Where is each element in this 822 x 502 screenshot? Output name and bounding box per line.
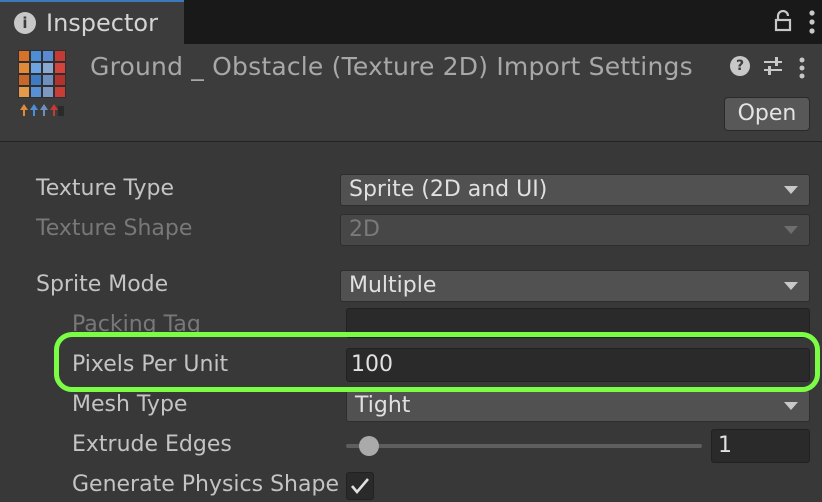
chevron-down-icon [784, 226, 798, 234]
texture-shape-value: 2D [349, 217, 380, 242]
texture-type-label: Texture Type [36, 176, 175, 201]
mesh-type-label: Mesh Type [72, 392, 188, 417]
texture-type-value: Sprite (2D and UI) [349, 177, 548, 202]
chevron-down-icon [784, 402, 798, 410]
mesh-type-value: Tight [355, 393, 411, 418]
import-settings-header: Ground _ Obstacle (Texture 2D) Import Se… [0, 44, 822, 142]
texture-shape-label: Texture Shape [36, 216, 193, 241]
generate-physics-shape-checkbox[interactable] [346, 472, 374, 500]
open-button[interactable]: Open [724, 97, 810, 131]
pixels-per-unit-value: 100 [351, 352, 393, 377]
texture-shape-dropdown: 2D [340, 214, 810, 246]
texture-thumbnail [18, 50, 66, 116]
checkmark-icon [351, 478, 369, 495]
presets-icon[interactable] [762, 56, 784, 76]
info-icon: i [14, 12, 36, 34]
sprite-mode-label: Sprite Mode [36, 272, 169, 297]
generate-physics-shape-label: Generate Physics Shape [72, 472, 339, 497]
extrude-edges-value: 1 [718, 433, 732, 458]
extrude-edges-input[interactable]: 1 [711, 429, 810, 463]
extrude-edges-slider-handle[interactable] [359, 436, 380, 456]
pixels-per-unit-label: Pixels Per Unit [72, 352, 229, 377]
chevron-down-icon [784, 186, 798, 194]
help-icon[interactable]: ? [730, 56, 750, 76]
texture-type-dropdown[interactable]: Sprite (2D and UI) [340, 174, 810, 206]
packing-tag-label: Packing Tag [72, 312, 201, 337]
extrude-edges-slider-track[interactable] [346, 444, 702, 448]
packing-tag-input[interactable] [346, 308, 810, 338]
lock-icon[interactable] [774, 10, 792, 32]
page-title: Ground _ Obstacle (Texture 2D) Import Se… [90, 52, 693, 81]
chevron-down-icon [784, 282, 798, 290]
context-menu-icon[interactable] [798, 56, 806, 80]
tab-bar: i Inspector [0, 0, 822, 44]
kebab-menu-icon[interactable] [808, 9, 816, 35]
sprite-mode-dropdown[interactable]: Multiple [340, 270, 810, 302]
extrude-edges-label: Extrude Edges [72, 432, 232, 457]
mesh-type-dropdown[interactable]: Tight [346, 390, 810, 422]
sprite-mode-value: Multiple [349, 273, 437, 298]
tab-inspector[interactable]: i Inspector [0, 0, 184, 44]
pixels-per-unit-input[interactable]: 100 [346, 348, 810, 382]
tab-label: Inspector [46, 9, 158, 37]
